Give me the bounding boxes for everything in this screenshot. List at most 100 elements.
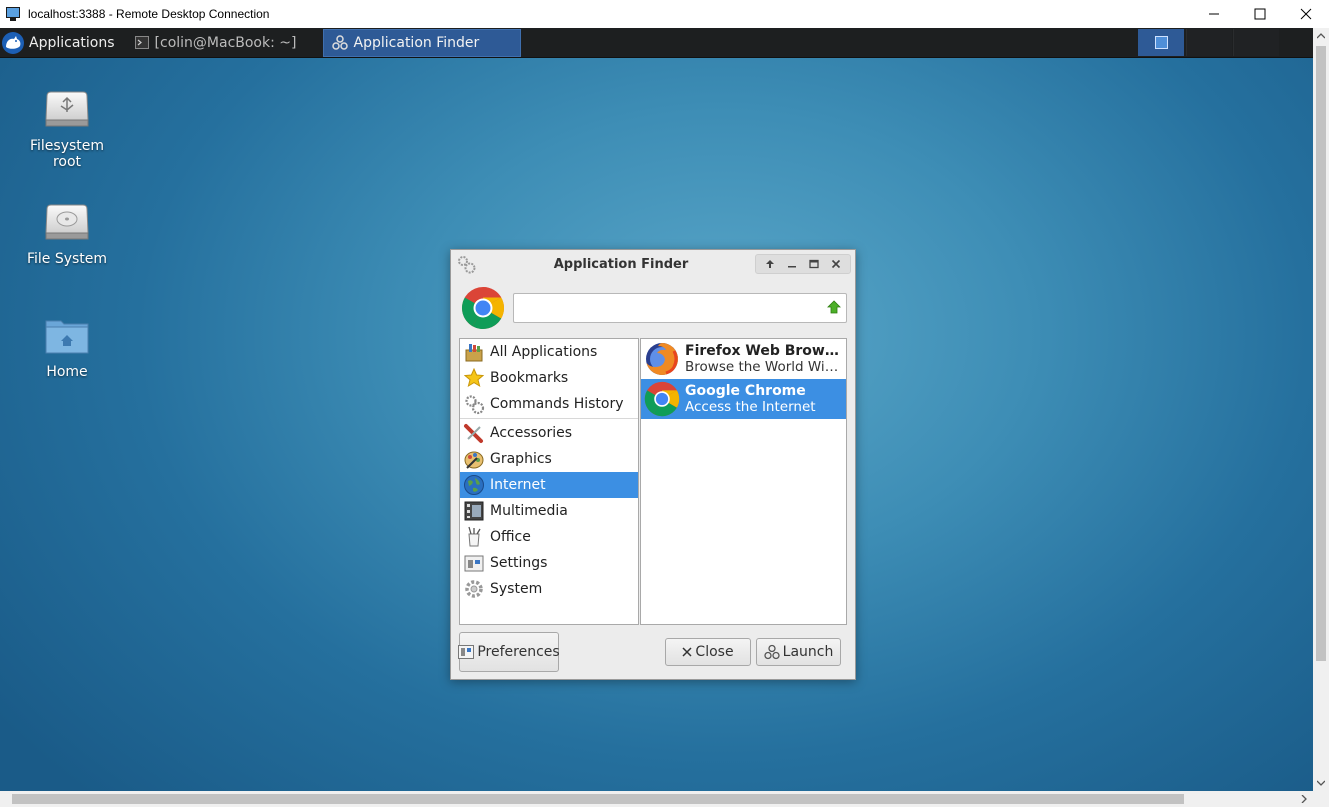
app-name: Google Chrome [685,383,806,399]
horizontal-scrollbar[interactable] [0,791,1313,807]
workspace-3[interactable] [1233,29,1279,56]
list-item-text: Google Chrome Access the Internet [685,383,845,415]
globe-icon [462,473,486,497]
task-terminal[interactable]: [colin@MacBook: ~] [127,29,323,57]
xfce-mouse-icon [2,31,24,54]
maximize-icon[interactable] [1237,0,1283,28]
vertical-scrollbar[interactable] [1313,28,1329,791]
desktop-icon-file-system[interactable]: File System [17,199,117,267]
window-titlebar[interactable]: Application Finder [451,250,855,278]
task-application-finder-label: Application Finder [353,34,480,51]
horizontal-scroll-thumb[interactable] [12,794,1184,804]
category-label: Office [490,529,531,545]
keep-above-icon[interactable] [759,255,781,273]
appfinder-gear-icon [455,253,477,279]
list-item[interactable]: Firefox Web Browser Browse the World Wid… [641,339,846,379]
launch-button[interactable]: Launch [756,638,841,666]
applications-label: Applications [29,34,115,51]
scroll-down-icon[interactable] [1313,775,1329,791]
graphics-icon [462,447,486,471]
settings-icon [462,551,486,575]
close-label: Close [695,644,734,660]
preferences-label: Preferences [477,644,560,660]
task-application-finder[interactable]: Application Finder [322,28,521,57]
scrollbar-corner [1313,791,1329,807]
category-list: All Applications Bookmarks Commands Hist… [459,338,639,625]
category-item[interactable]: Graphics [460,446,638,472]
minimize-icon[interactable] [1191,0,1237,28]
accessories-icon [462,421,486,445]
category-item[interactable]: Multimedia [460,498,638,524]
firefox-icon [643,340,681,378]
remote-desktop: Applications [colin@MacBook: ~] Applicat… [0,28,1313,791]
star-icon [462,366,486,390]
rdp-titlebar: localhost:3388 - Remote Desktop Connecti… [0,0,1329,28]
category-label: Graphics [490,451,552,467]
category-label: Internet [490,477,546,493]
window-minimize-icon[interactable] [781,255,803,273]
category-label: Accessories [490,425,573,441]
terminal-icon [134,36,149,49]
preferences-button[interactable]: Preferences [458,632,560,672]
system-gear-icon [462,577,486,601]
workspace-2[interactable] [1186,29,1232,56]
close-x-icon [682,647,692,657]
scroll-up-icon[interactable] [1313,28,1329,44]
home-folder-icon [43,312,91,360]
desktop-icon-home[interactable]: Home [17,312,117,380]
category-item[interactable]: Commands History [460,391,638,417]
app-name: Firefox Web Browser [685,343,845,359]
category-item[interactable]: Bookmarks [460,365,638,391]
category-item-selected[interactable]: Internet [460,472,638,498]
category-separator [460,418,638,419]
window-thumbnail-icon [1154,36,1168,49]
application-list: Firefox Web Browser Browse the World Wid… [640,338,847,625]
category-label: Multimedia [490,503,568,519]
search-row [459,284,847,332]
close-icon[interactable] [1283,0,1329,28]
chrome-icon [461,286,505,334]
category-item[interactable]: System [460,576,638,602]
app-description: Access the Internet [685,399,816,415]
appfinder-icon [331,34,348,51]
gears-icon [462,392,486,416]
desktop-icon-filesystem-root[interactable]: Filesystem root [17,86,117,170]
rdp-window-title: localhost:3388 - Remote Desktop Connecti… [28,7,270,21]
window-maximize-icon[interactable] [803,255,825,273]
launch-icon [763,644,780,660]
application-finder-window: Application Finder All Applications Book… [450,249,856,680]
category-item[interactable]: Accessories [460,420,638,446]
preferences-icon [458,645,475,659]
usb-drive-icon [43,86,91,134]
applications-menu-button[interactable]: Applications [0,28,123,58]
desktop-icon-label: Filesystem [29,138,105,154]
category-label: Settings [490,555,548,571]
multimedia-icon [462,499,486,523]
scroll-right-icon[interactable] [1297,791,1311,807]
office-icon [462,525,486,549]
top-panel: Applications [colin@MacBook: ~] Applicat… [0,28,1313,58]
all-apps-icon [462,340,486,364]
window-buttons [755,254,851,274]
category-label: All Applications [490,344,598,360]
category-item[interactable]: Office [460,524,638,550]
app-description: Browse the World Wide Web [685,359,845,375]
list-item-selected[interactable]: Google Chrome Access the Internet [641,379,846,419]
category-label: Bookmarks [490,370,569,386]
search-input[interactable] [513,293,847,323]
go-up-arrow-icon[interactable] [827,300,841,318]
desktop-icon-label: File System [26,251,108,267]
window-close-icon[interactable] [825,255,847,273]
close-button[interactable]: Close [665,638,751,666]
hard-drive-icon [43,199,91,247]
vertical-scroll-thumb[interactable] [1316,46,1326,661]
chrome-icon [643,380,681,418]
task-terminal-label: [colin@MacBook: ~] [154,34,297,51]
workspace-1[interactable] [1138,29,1184,56]
category-label: System [490,581,543,597]
launch-label: Launch [782,644,834,660]
desktop-icon-label-line2: root [52,154,82,170]
category-item[interactable]: All Applications [460,339,638,365]
rdp-monitor-icon [6,6,22,22]
category-item[interactable]: Settings [460,550,638,576]
